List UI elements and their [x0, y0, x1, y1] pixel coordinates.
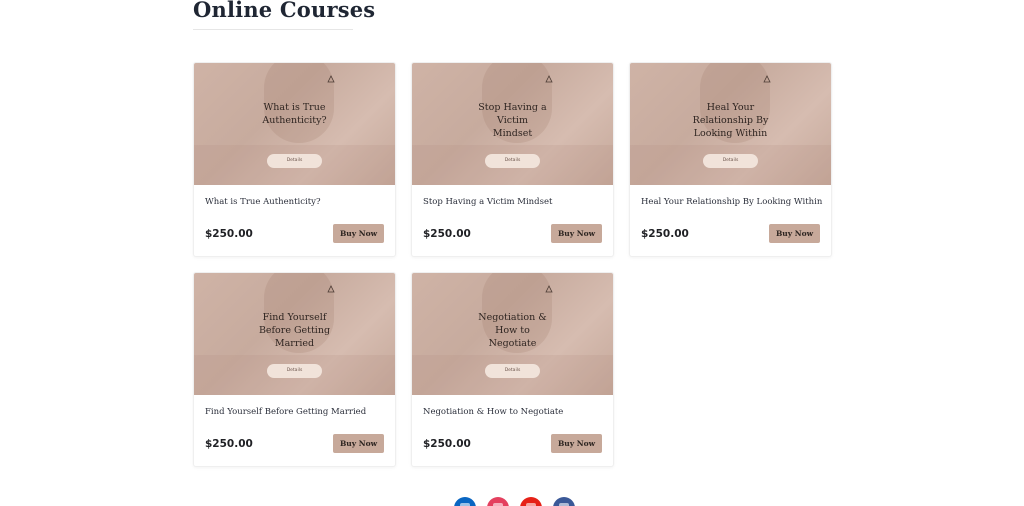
course-card: Find Yourself Before Getting Married Det… [193, 272, 396, 467]
thumbnail-title: Stop Having a Victim Mindset [478, 102, 547, 139]
thumbnail-details-button[interactable]: Details [267, 364, 322, 378]
instagram-icon[interactable] [487, 497, 509, 506]
course-title-link[interactable]: Stop Having a Victim Mindset [423, 197, 552, 207]
buy-now-button[interactable]: Buy Now [333, 224, 384, 243]
linkedin-icon[interactable] [454, 497, 476, 506]
facebook-icon[interactable] [553, 497, 575, 506]
logo-icon [545, 75, 553, 83]
course-title-link[interactable]: What is True Authenticity? [205, 197, 321, 207]
course-price: $250.00 [641, 228, 689, 240]
course-price: $250.00 [423, 438, 471, 450]
thumbnail-details-button[interactable]: Details [267, 154, 322, 168]
course-title-link[interactable]: Heal Your Relationship By Looking Within [641, 197, 822, 207]
course-title-link[interactable]: Find Yourself Before Getting Married [205, 407, 366, 417]
course-card: Heal Your Relationship By Looking Within… [629, 62, 832, 257]
course-card: Stop Having a Victim Mindset Details Sto… [411, 62, 614, 257]
title-divider [193, 29, 353, 30]
course-card: What is True Authenticity? Details What … [193, 62, 396, 257]
buy-now-button[interactable]: Buy Now [769, 224, 820, 243]
thumbnail-title: Negotiation & How to Negotiate [478, 312, 547, 349]
youtube-icon[interactable] [520, 497, 542, 506]
buy-now-button[interactable]: Buy Now [333, 434, 384, 453]
logo-icon [327, 75, 335, 83]
logo-icon [327, 285, 335, 293]
page: Online Courses What is True Authenticity… [0, 0, 1024, 506]
course-thumbnail[interactable]: Negotiation & How to Negotiate Details [412, 273, 613, 395]
course-price: $250.00 [205, 438, 253, 450]
course-title-link[interactable]: Negotiation & How to Negotiate [423, 407, 563, 417]
course-card: Negotiation & How to Negotiate Details N… [411, 272, 614, 467]
course-price: $250.00 [205, 228, 253, 240]
thumbnail-title: Find Yourself Before Getting Married [258, 312, 331, 349]
course-price: $250.00 [423, 228, 471, 240]
buy-now-button[interactable]: Buy Now [551, 224, 602, 243]
course-thumbnail[interactable]: Find Yourself Before Getting Married Det… [194, 273, 395, 395]
logo-icon [763, 75, 771, 83]
course-thumbnail[interactable]: Stop Having a Victim Mindset Details [412, 63, 613, 185]
thumbnail-details-button[interactable]: Details [703, 154, 758, 168]
logo-icon [545, 285, 553, 293]
thumbnail-details-button[interactable]: Details [485, 154, 540, 168]
thumbnail-title: What is True Authenticity? [262, 102, 327, 126]
course-thumbnail[interactable]: What is True Authenticity? Details [194, 63, 395, 185]
course-thumbnail[interactable]: Heal Your Relationship By Looking Within… [630, 63, 831, 185]
buy-now-button[interactable]: Buy Now [551, 434, 602, 453]
section-title: Online Courses [193, 0, 376, 22]
thumbnail-details-button[interactable]: Details [485, 364, 540, 378]
thumbnail-title: Heal Your Relationship By Looking Within [692, 102, 769, 139]
